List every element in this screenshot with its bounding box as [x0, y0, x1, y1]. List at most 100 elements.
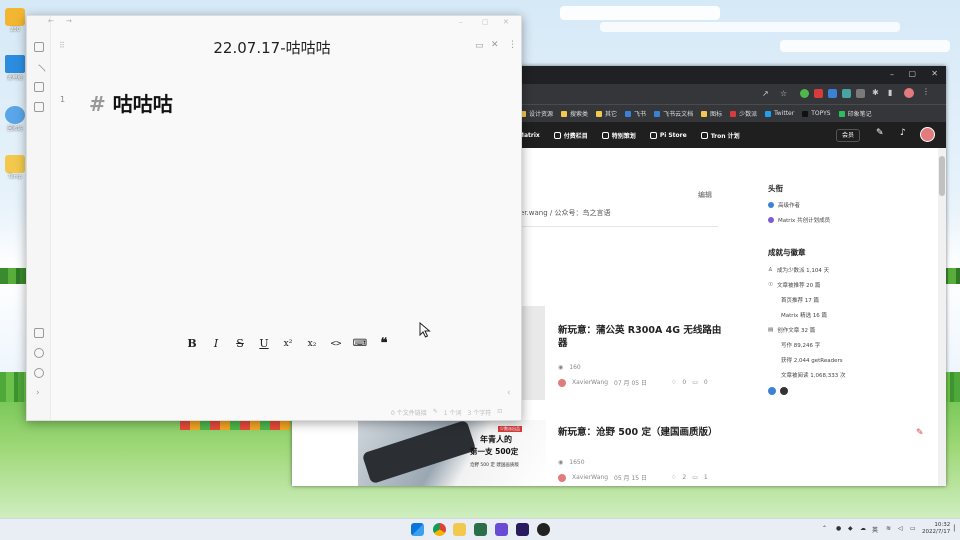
- nav-pi-store[interactable]: Pi Store: [649, 131, 687, 139]
- comment-icon[interactable]: ▭: [692, 474, 698, 481]
- tray-chevron-icon[interactable]: ⌃: [822, 525, 827, 532]
- extension-icon[interactable]: [856, 89, 865, 98]
- bell-icon[interactable]: ♪: [900, 128, 906, 138]
- bookmark-item[interactable]: TOPYS: [802, 110, 831, 117]
- puzzle-icon[interactable]: ✱: [872, 88, 879, 97]
- chrome-icon[interactable]: [433, 523, 446, 536]
- maximize-button[interactable]: ▢: [482, 18, 489, 26]
- extension-icon[interactable]: [842, 89, 851, 98]
- tray-icon[interactable]: ◆: [848, 525, 853, 532]
- battery-icon[interactable]: ▭: [910, 525, 916, 532]
- article-card[interactable]: 新玩意：蒲公英 R300A 4G 无线路由器 ◉ 160 XavierWang 0…: [558, 324, 728, 387]
- italic-button[interactable]: I: [204, 336, 228, 351]
- avatar[interactable]: [904, 88, 914, 98]
- start-button-icon[interactable]: [411, 523, 424, 536]
- close-button[interactable]: ✕: [503, 18, 509, 26]
- subscript-button[interactable]: x₂: [300, 336, 324, 351]
- more-icon[interactable]: ⋮: [508, 40, 517, 50]
- desktop-icon-temp-folder[interactable]: Temp: [4, 155, 26, 180]
- bookmark-item[interactable]: 飞书: [625, 109, 646, 118]
- extension-icon[interactable]: [800, 89, 809, 98]
- note-heading[interactable]: # 咕咕咕: [89, 88, 173, 117]
- minimize-button[interactable]: –: [459, 18, 463, 26]
- badge-icon[interactable]: [768, 387, 776, 395]
- desktop-icon-user-folder[interactable]: 200: [4, 8, 26, 33]
- input-language[interactable]: 英: [872, 525, 878, 534]
- bookmark-item[interactable]: 少数派: [730, 109, 757, 118]
- template-icon[interactable]: [34, 82, 44, 92]
- member-button[interactable]: 会员: [836, 129, 861, 142]
- avatar[interactable]: [920, 127, 935, 142]
- bookmark-item[interactable]: 飞书云文档: [654, 109, 693, 118]
- edit-profile-link[interactable]: 编辑: [698, 190, 712, 200]
- menu-icon[interactable]: ⋮: [922, 87, 930, 96]
- code-block-button[interactable]: ⌨: [348, 336, 372, 351]
- clock[interactable]: 10:32 2022/7/17: [922, 522, 950, 536]
- inline-code-button[interactable]: <>: [324, 336, 348, 351]
- volume-icon[interactable]: ◁: [898, 525, 903, 532]
- tray-icon[interactable]: ☁: [860, 525, 866, 532]
- minimize-button[interactable]: –: [890, 70, 894, 79]
- pin-icon[interactable]: [31, 63, 47, 79]
- article-thumbnail[interactable]: 少数派出品 年青人的 第一支 500定 沧野 500 定 建国画质版: [358, 420, 546, 486]
- underline-button[interactable]: U: [252, 336, 276, 351]
- bookmark-item[interactable]: 其它: [596, 109, 617, 118]
- nav-special[interactable]: 特别策划: [601, 131, 636, 140]
- close-button[interactable]: ✕: [931, 69, 938, 78]
- app-icon[interactable]: [474, 523, 487, 536]
- bookmark-item[interactable]: Twitter: [765, 110, 794, 117]
- app-icon[interactable]: [537, 523, 550, 536]
- bookmark-item[interactable]: 图标: [701, 109, 722, 118]
- file-explorer-icon[interactable]: [453, 523, 466, 536]
- obsidian-icon[interactable]: [495, 523, 508, 536]
- lock-icon[interactable]: ⊡: [497, 408, 502, 417]
- article-title[interactable]: 新玩意：沧野 500 定（建国画质版）: [558, 426, 728, 439]
- strikethrough-button[interactable]: S: [228, 336, 252, 351]
- document-icon[interactable]: [34, 42, 44, 52]
- page-scrollbar[interactable]: [938, 148, 946, 486]
- note-title[interactable]: 22.07.17-咕咕咕: [127, 37, 417, 58]
- like-icon[interactable]: ♢: [671, 474, 676, 481]
- like-icon[interactable]: ♢: [671, 379, 676, 386]
- nav-tron[interactable]: Tron 计划: [700, 131, 740, 140]
- settings-icon[interactable]: [34, 368, 44, 378]
- comment-icon[interactable]: ▭: [475, 41, 484, 51]
- superscript-button[interactable]: x²: [276, 336, 300, 351]
- notification-icon[interactable]: ▏: [954, 525, 959, 532]
- badge-icon[interactable]: [780, 387, 788, 395]
- sidebar-icon[interactable]: ▮: [888, 88, 892, 97]
- extension-icon[interactable]: [828, 89, 837, 98]
- forward-icon[interactable]: →: [66, 17, 72, 25]
- bookmark-item[interactable]: 设计资源: [520, 109, 553, 118]
- notes-icon[interactable]: [34, 328, 44, 338]
- close-note-icon[interactable]: ✕: [491, 40, 499, 50]
- bookmark-item[interactable]: 搜索类: [561, 109, 588, 118]
- premiere-icon[interactable]: [516, 523, 529, 536]
- create-icon[interactable]: ✎: [876, 128, 884, 138]
- desktop-icon-this-pc[interactable]: 此电脑: [4, 55, 26, 81]
- article-title[interactable]: 新玩意：蒲公英 R300A 4G 无线路由器: [558, 324, 728, 350]
- tray-icon[interactable]: ●: [836, 525, 841, 532]
- article-card[interactable]: 新玩意：沧野 500 定（建国画质版） ◉ 1650 XavierWang 05 …: [558, 426, 728, 482]
- collapse-icon[interactable]: ‹: [507, 388, 511, 398]
- back-icon[interactable]: ←: [48, 17, 54, 25]
- bookmark-star-icon[interactable]: ☆: [780, 89, 787, 98]
- bold-button[interactable]: B: [180, 336, 204, 351]
- help-icon[interactable]: [34, 348, 44, 358]
- expand-icon[interactable]: ›: [36, 388, 40, 398]
- share-icon[interactable]: ↗: [762, 89, 769, 98]
- bookmark-item[interactable]: 印象笔记: [838, 109, 872, 118]
- comment-icon[interactable]: ▭: [692, 379, 698, 386]
- extension-icon[interactable]: [814, 89, 823, 98]
- wifi-icon[interactable]: ≋: [886, 525, 891, 532]
- nav-paid-columns[interactable]: 付费栏目: [553, 131, 588, 140]
- desktop-icon-recycle-bin[interactable]: 回收站: [4, 106, 26, 132]
- drag-handle-icon[interactable]: ⠿: [59, 41, 65, 50]
- article-thumbnail[interactable]: [520, 306, 545, 400]
- grid-icon[interactable]: [34, 102, 44, 112]
- pen-icon[interactable]: ✎: [916, 428, 924, 438]
- divider: [520, 226, 718, 227]
- word-count: 1 个词: [443, 410, 462, 417]
- quote-button[interactable]: ❝: [372, 336, 396, 351]
- maximize-button[interactable]: ▢: [908, 69, 916, 78]
